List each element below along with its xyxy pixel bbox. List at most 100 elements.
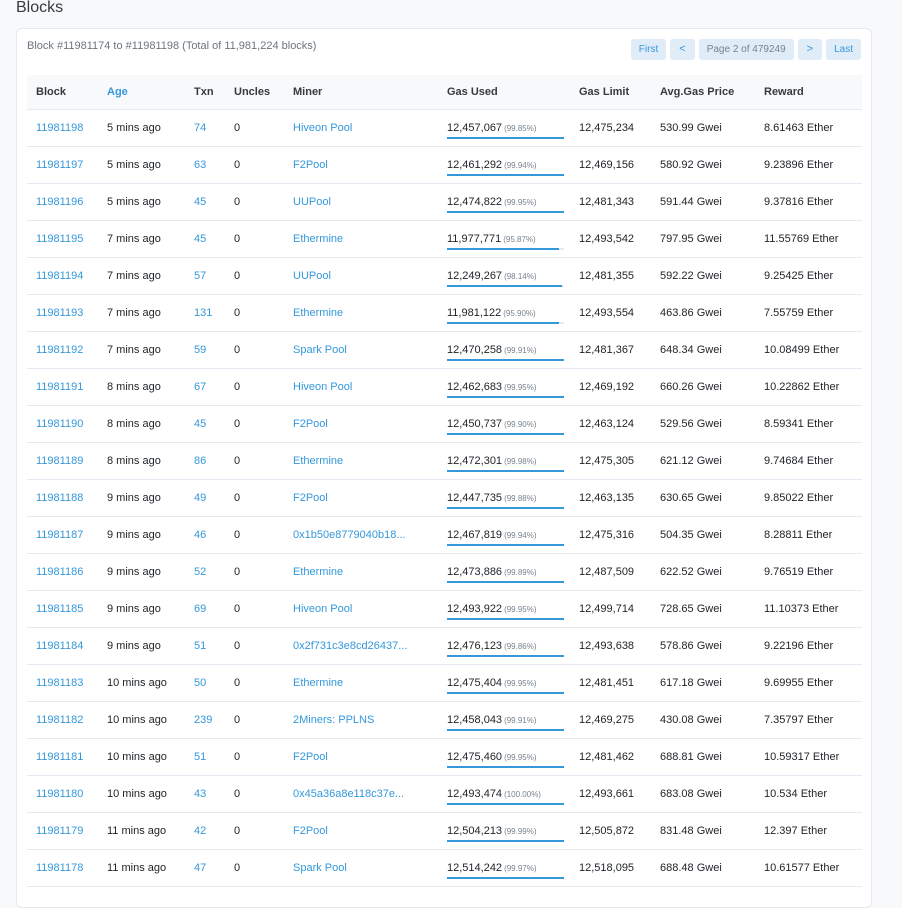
block-number-link[interactable]: 11981182: [27, 701, 98, 739]
gas-used-cell: 12,457,067 (99.85%): [438, 109, 570, 147]
miner-link[interactable]: 2Miners: PPLNS: [284, 701, 438, 739]
txn-count-link[interactable]: 42: [185, 812, 225, 850]
block-number-link[interactable]: 11981179: [27, 812, 98, 850]
block-number-link[interactable]: 11981198: [27, 109, 98, 147]
avg-gas-price: 617.18 Gwei: [651, 664, 755, 702]
last-page-button[interactable]: Last: [826, 39, 861, 60]
miner-link[interactable]: Ethermine: [284, 220, 438, 258]
txn-count-link[interactable]: 67: [185, 368, 225, 406]
miner-link[interactable]: 0x45a36a8e118c37e...: [284, 775, 438, 813]
block-reward: 9.69955 Ether: [755, 664, 862, 702]
block-number-link[interactable]: 11981186: [27, 553, 98, 591]
block-number-link[interactable]: 11981193: [27, 294, 98, 332]
txn-count-link[interactable]: 47: [185, 849, 225, 887]
txn-count-link[interactable]: 52: [185, 553, 225, 591]
prev-page-button[interactable]: <: [670, 39, 695, 60]
block-number-link[interactable]: 11981183: [27, 664, 98, 702]
gas-used-value: 12,450,737: [447, 417, 503, 430]
table-row: 11981178 11 mins ago 47 0 Spark Pool 12,514,2…: [27, 849, 862, 887]
miner-link[interactable]: UUPool: [284, 257, 438, 295]
block-number-link[interactable]: 11981189: [27, 442, 98, 480]
txn-count-link[interactable]: 49: [185, 479, 225, 517]
avg-gas-price: 660.26 Gwei: [651, 368, 755, 406]
miner-link[interactable]: F2Pool: [284, 738, 438, 776]
block-number-link[interactable]: 11981184: [27, 627, 98, 665]
block-number-link[interactable]: 11981181: [27, 738, 98, 776]
miner-link[interactable]: Hiveon Pool: [284, 590, 438, 628]
miner-link[interactable]: F2Pool: [284, 479, 438, 517]
txn-count-link[interactable]: 86: [185, 442, 225, 480]
block-number-link[interactable]: 11981191: [27, 368, 98, 406]
txn-count-link[interactable]: 45: [185, 183, 225, 221]
miner-link[interactable]: F2Pool: [284, 812, 438, 850]
gas-used-bar: [447, 728, 564, 731]
miner-link[interactable]: Ethermine: [284, 294, 438, 332]
gas-used-bar: [447, 321, 564, 324]
block-number-link[interactable]: 11981196: [27, 183, 98, 221]
uncles-count: 0: [225, 442, 284, 480]
txn-count-link[interactable]: 46: [185, 516, 225, 554]
txn-count-link[interactable]: 43: [185, 775, 225, 813]
uncles-count: 0: [225, 220, 284, 258]
miner-link[interactable]: 0x2f731c3e8cd26437...: [284, 627, 438, 665]
table-row: 11981191 8 mins ago 67 0 Hiveon Pool 12,462,6…: [27, 368, 862, 406]
gas-used-cell: 12,493,922 (99.95%): [438, 590, 570, 628]
txn-count-link[interactable]: 50: [185, 664, 225, 702]
txn-count-link[interactable]: 45: [185, 405, 225, 443]
miner-link[interactable]: F2Pool: [284, 146, 438, 184]
txn-count-link[interactable]: 131: [185, 294, 225, 332]
gas-used-cell: 12,475,460 (99.95%): [438, 738, 570, 776]
gas-used-percent: (99.91%): [504, 345, 537, 355]
txn-count-link[interactable]: 74: [185, 109, 225, 147]
gas-used-bar-fill: [447, 247, 560, 250]
txn-count-link[interactable]: 45: [185, 220, 225, 258]
block-number-link[interactable]: 11981180: [27, 775, 98, 813]
miner-link[interactable]: Spark Pool: [284, 849, 438, 887]
block-number-link[interactable]: 11981192: [27, 331, 98, 369]
block-number-link[interactable]: 11981195: [27, 220, 98, 258]
miner-link[interactable]: 0x1b50e8779040b18...: [284, 516, 438, 554]
miner-link[interactable]: F2Pool: [284, 405, 438, 443]
txn-count-link[interactable]: 239: [185, 701, 225, 739]
uncles-count: 0: [225, 405, 284, 443]
txn-count-link[interactable]: 51: [185, 627, 225, 665]
avg-gas-price: 430.08 Gwei: [651, 701, 755, 739]
gas-used-cell: 12,458,043 (99.91%): [438, 701, 570, 739]
gas-used-percent: (99.97%): [504, 863, 537, 873]
block-number-link[interactable]: 11981187: [27, 516, 98, 554]
gas-used-bar-fill: [447, 617, 564, 620]
txn-count-link[interactable]: 63: [185, 146, 225, 184]
first-page-button[interactable]: First: [630, 39, 667, 60]
next-page-button[interactable]: >: [797, 39, 823, 60]
gas-limit: 12,475,234: [570, 109, 651, 147]
block-number-link[interactable]: 11981194: [27, 257, 98, 295]
gas-used-percent: (99.86%): [504, 641, 537, 651]
block-number-link[interactable]: 11981190: [27, 405, 98, 443]
txn-count-link[interactable]: 69: [185, 590, 225, 628]
gas-used-cell: 12,461,292 (99.94%): [438, 146, 570, 184]
gas-used-bar-fill: [447, 580, 564, 583]
txn-count-link[interactable]: 59: [185, 331, 225, 369]
miner-link[interactable]: Ethermine: [284, 664, 438, 702]
miner-link[interactable]: Ethermine: [284, 442, 438, 480]
avg-gas-price: 530.99 Gwei: [651, 109, 755, 147]
miner-link[interactable]: Hiveon Pool: [284, 368, 438, 406]
block-reward: 9.25425 Ether: [755, 257, 862, 295]
table-row: 11981189 8 mins ago 86 0 Ethermine 12,472,301…: [27, 442, 862, 480]
gas-used-cell: 12,447,735 (99.88%): [438, 479, 570, 517]
miner-link[interactable]: Ethermine: [284, 553, 438, 591]
miner-link[interactable]: Spark Pool: [284, 331, 438, 369]
block-number-link[interactable]: 11981178: [27, 849, 98, 887]
txn-count-link[interactable]: 57: [185, 257, 225, 295]
block-age: 8 mins ago: [98, 368, 185, 406]
gas-used-percent: (99.88%): [504, 493, 537, 503]
table-row: 11981193 7 mins ago 131 0 Ethermine 11,981,12…: [27, 294, 862, 332]
txn-count-link[interactable]: 51: [185, 738, 225, 776]
col-header-age[interactable]: Age: [98, 75, 185, 110]
block-number-link[interactable]: 11981185: [27, 590, 98, 628]
avg-gas-price: 648.34 Gwei: [651, 331, 755, 369]
miner-link[interactable]: UUPool: [284, 183, 438, 221]
block-number-link[interactable]: 11981197: [27, 146, 98, 184]
miner-link[interactable]: Hiveon Pool: [284, 109, 438, 147]
block-number-link[interactable]: 11981188: [27, 479, 98, 517]
